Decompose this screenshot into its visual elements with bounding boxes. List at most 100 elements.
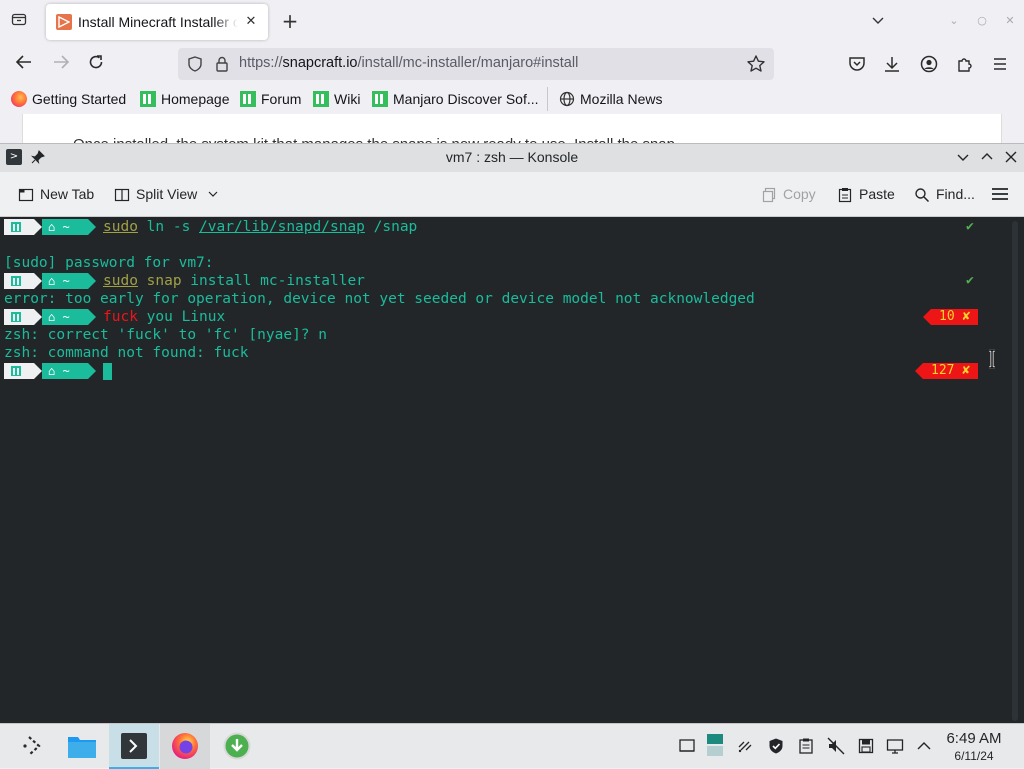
find-button[interactable]: Find... — [914, 184, 975, 204]
bookmark-getting-started[interactable]: Getting Started — [11, 90, 126, 108]
reload-button[interactable] — [85, 53, 107, 75]
tracking-protection-shield-icon[interactable] — [186, 55, 204, 73]
paste-button[interactable]: Paste — [837, 184, 895, 204]
url-text[interactable]: https://snapcraft.io/install/mc-installe… — [239, 55, 578, 71]
tab-list-icon — [11, 13, 27, 26]
manjaro-logo-icon — [4, 309, 34, 325]
bookmark-forum[interactable]: Forum — [240, 90, 301, 108]
forward-arrow-icon — [54, 55, 70, 69]
home-dir-segment: ⌂ ~ — [42, 219, 88, 235]
tab-close-icon[interactable]: ✕ — [242, 13, 260, 31]
chevron-down-icon — [208, 191, 218, 197]
close-window-icon[interactable]: ✕ — [1003, 14, 1017, 28]
task-konsole[interactable] — [109, 724, 159, 769]
maximize-icon[interactable]: ○ — [975, 14, 989, 28]
split-view-button[interactable]: Split View — [114, 184, 225, 204]
search-icon — [915, 188, 930, 203]
copy-icon — [762, 187, 776, 203]
menu-hamburger-icon[interactable] — [990, 54, 1010, 74]
kde-launcher-icon — [23, 736, 41, 756]
new-tab-button[interactable]: New Tab — [18, 184, 94, 204]
network-disconnected-icon[interactable] — [736, 737, 754, 755]
task-firefox[interactable] — [160, 724, 210, 769]
list-all-tabs-button[interactable] — [870, 12, 890, 32]
window-title: vm7 : zsh — Konsole — [445, 149, 579, 165]
bookmarks-toolbar: Getting Started Homepage Forum Wiki Manj… — [0, 84, 1024, 114]
downloads-icon[interactable] — [882, 54, 902, 74]
download-installer-icon — [223, 732, 251, 760]
hamburger-menu-icon[interactable] — [990, 184, 1010, 204]
url-host: snapcraft.io — [282, 55, 358, 71]
text-cursor — [103, 363, 112, 380]
konsole-titlebar[interactable]: > vm7 : zsh — Konsole — [0, 144, 1024, 172]
back-arrow-icon — [15, 55, 31, 69]
display-configuration-icon[interactable] — [886, 737, 904, 755]
clock-date[interactable]: 6/11/24 — [939, 749, 1009, 763]
back-button[interactable] — [13, 53, 35, 75]
bookmark-manjaro-discover[interactable]: Manjaro Discover Sof... — [372, 90, 539, 108]
folder-icon — [68, 737, 96, 758]
extensions-puzzle-icon[interactable] — [955, 54, 975, 74]
firefox-window: Install Minecraft Installer on Manjaro ✕… — [0, 0, 1024, 145]
command-line-3: fuck you Linux — [103, 309, 226, 325]
show-desktop-icon[interactable] — [678, 737, 696, 755]
terminal-view[interactable]: ⌂ ~ sudo ln -s /var/lib/snapd/snap /snap… — [0, 217, 1024, 724]
bookmark-mozilla-news[interactable]: Mozilla News — [559, 90, 662, 108]
snapcraft-favicon-icon — [56, 14, 72, 30]
url-path: /install/mc-installer/manjaro#install — [357, 55, 579, 71]
bookmark-star-icon[interactable] — [746, 54, 766, 74]
command-line-2: sudo snap install mc-installer — [103, 273, 365, 289]
bookmark-wiki[interactable]: Wiki — [313, 90, 360, 108]
split-view-icon — [114, 188, 130, 202]
manjaro-icon — [140, 91, 156, 107]
account-icon[interactable] — [919, 54, 939, 74]
command-line-1: sudo ln -s /var/lib/snapd/snap /snap — [103, 219, 418, 235]
browser-tab[interactable]: Install Minecraft Installer on Manjaro ✕ — [46, 4, 268, 40]
bookmark-homepage[interactable]: Homepage — [140, 90, 230, 108]
copy-button[interactable]: Copy — [761, 184, 816, 204]
storage-device-icon[interactable] — [857, 737, 875, 755]
maximize-icon[interactable] — [979, 149, 995, 165]
firefox-icon — [11, 91, 27, 107]
taskbar: 6:49 AM 6/11/24 — [0, 723, 1024, 769]
zsh-correct-output: zsh: correct 'fuck' to 'fc' [nyae]? n — [4, 327, 328, 343]
manjaro-icon — [240, 91, 256, 107]
new-tab-icon — [18, 188, 34, 202]
tab-bar: Install Minecraft Installer on Manjaro ✕… — [0, 0, 1024, 44]
minimize-icon[interactable] — [955, 149, 971, 165]
forward-button[interactable] — [50, 53, 72, 75]
application-launcher-button[interactable] — [8, 724, 58, 769]
task-software-installer[interactable] — [212, 724, 262, 769]
error-output: error: too early for operation, device n… — [4, 291, 755, 307]
task-file-manager[interactable] — [58, 724, 108, 769]
manjaro-logo-icon — [4, 363, 34, 379]
security-shield-icon[interactable] — [767, 737, 785, 755]
chevron-up-icon[interactable] — [915, 737, 933, 755]
volume-muted-icon[interactable] — [827, 737, 845, 755]
pocket-icon[interactable] — [847, 54, 867, 74]
reload-icon — [89, 55, 103, 69]
clock-time[interactable]: 6:49 AM — [939, 730, 1009, 747]
konsole-toolbar: New Tab Split View Copy Paste Find... — [0, 172, 1024, 217]
bookmark-separator — [547, 87, 548, 111]
virtual-desktop-pager-icon[interactable] — [706, 733, 724, 757]
manjaro-icon — [313, 91, 329, 107]
manjaro-logo-icon — [4, 273, 34, 289]
clipboard-icon[interactable] — [797, 737, 815, 755]
minimize-icon[interactable]: ⌄ — [947, 14, 961, 28]
success-check-icon: ✔ — [966, 273, 974, 288]
url-bar[interactable]: https://snapcraft.io/install/mc-installe… — [178, 48, 774, 80]
home-dir-segment: ⌂ ~ — [42, 273, 88, 289]
close-icon[interactable] — [1003, 149, 1019, 165]
chevron-down-icon — [872, 17, 884, 24]
navigation-bar: https://snapcraft.io/install/mc-installe… — [0, 44, 1024, 84]
zsh-notfound-output: zsh: command not found: fuck — [4, 345, 249, 361]
web-page-content: Once installed, the system kit that mana… — [0, 114, 1024, 145]
terminal-scrollbar[interactable] — [1012, 221, 1018, 721]
lock-icon[interactable] — [213, 55, 231, 73]
tab-list-button[interactable] — [8, 11, 30, 33]
new-tab-button[interactable]: + — [279, 10, 301, 32]
globe-icon — [559, 91, 575, 107]
mouse-ibeam-cursor-icon — [989, 349, 995, 369]
success-check-icon: ✔ — [966, 219, 974, 234]
